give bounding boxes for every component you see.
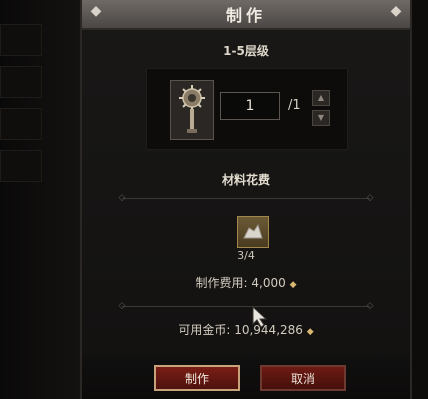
arrow-down-icon[interactable]: ▼	[312, 110, 330, 126]
available-gold: 可用金币: 10,944,286 ◆	[82, 321, 410, 338]
crafting-panel: ◆ 制作 ◆ 1-5层级 /1 ▲ ▼ 材料花费 ◇ ◇ 3/4	[80, 0, 412, 399]
mace-icon[interactable]	[170, 80, 214, 140]
divider	[122, 198, 370, 199]
ornament-icon: ◆	[90, 3, 102, 19]
background-row	[0, 24, 42, 56]
ornament-icon: ◆	[390, 3, 402, 19]
background-row	[0, 66, 42, 98]
footer	[82, 355, 410, 399]
craft-button[interactable]: 制作	[154, 365, 240, 391]
window-title: 制作	[225, 6, 266, 25]
divider-ornament-icon: ◇	[118, 193, 126, 203]
quantity-input[interactable]	[220, 92, 280, 120]
background-row	[0, 150, 42, 182]
materials-label: 材料花费	[221, 173, 270, 187]
available-gold-value: 10,944,286	[234, 323, 303, 337]
title-bar: ◆ 制作 ◆	[82, 0, 410, 30]
craft-cost-value: 4,000	[251, 276, 286, 290]
background-left	[0, 0, 80, 399]
background-row	[0, 108, 42, 140]
cancel-button[interactable]: 取消	[260, 365, 346, 391]
craft-cost: 制作费用: 4,000 ◆	[82, 274, 410, 291]
divider-ornament-icon: ◇	[366, 301, 374, 311]
divider-ornament-icon: ◇	[118, 301, 126, 311]
gold-coin-icon: ◆	[289, 280, 297, 290]
arrow-up-icon[interactable]: ▲	[312, 90, 330, 106]
material-count: 3/4	[237, 249, 255, 262]
divider-ornament-icon: ◇	[366, 193, 374, 203]
mouse-cursor-icon	[252, 305, 268, 332]
rock-material-icon[interactable]	[237, 216, 269, 248]
craft-cost-label: 制作费用:	[195, 276, 248, 290]
quantity-max: /1	[288, 98, 301, 113]
divider	[122, 306, 370, 307]
tier-label: 1-5层级	[223, 44, 269, 58]
available-gold-label: 可用金币:	[178, 323, 231, 337]
gold-coin-icon: ◆	[306, 327, 314, 337]
